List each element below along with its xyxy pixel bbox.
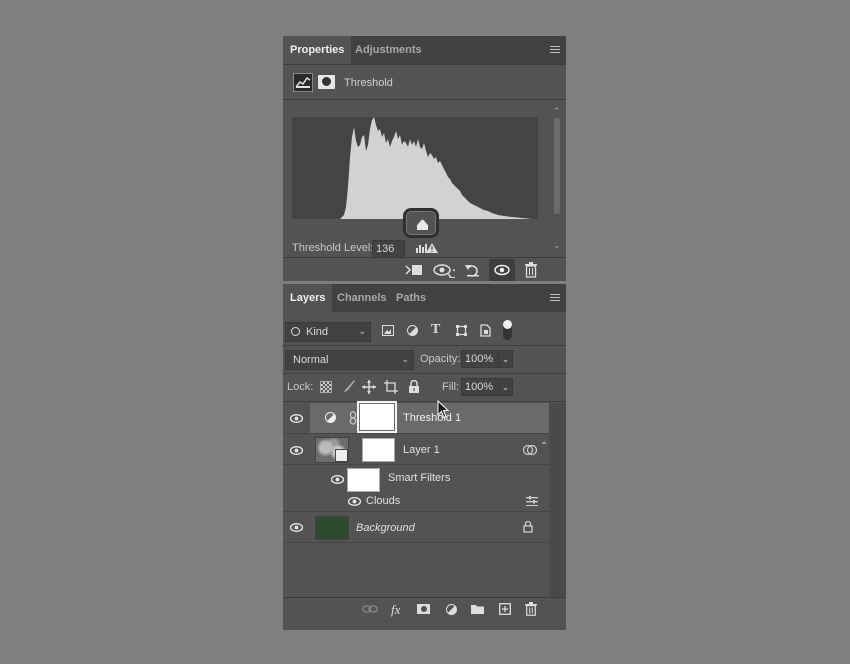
filter-blending-options-icon[interactable] — [526, 496, 538, 506]
divider — [283, 257, 566, 258]
layer-name[interactable]: Layer 1 — [403, 444, 440, 456]
threshold-level-label: Threshold Level: — [292, 242, 374, 254]
layers-tabbar: Layers Channels Paths — [283, 284, 566, 312]
smart-filter-overlap-icon — [523, 444, 537, 456]
threshold-icon — [293, 73, 313, 92]
search-icon — [291, 327, 300, 336]
scroll-down-icon[interactable]: ⌄ — [553, 240, 561, 251]
adjustment-title: Threshold — [344, 77, 393, 89]
layer-name[interactable]: Background — [356, 522, 415, 534]
layer-name[interactable]: Threshold 1 — [403, 412, 461, 424]
filter-kind-select[interactable]: Kind ⌄ — [285, 322, 371, 342]
filter-type-layers-icon[interactable]: T — [431, 322, 440, 338]
fill-input[interactable]: 100% — [461, 378, 500, 396]
lock-image-pixels-icon[interactable] — [342, 379, 356, 393]
fill-dropdown-button[interactable]: ⌄ — [498, 378, 513, 396]
divider — [283, 373, 566, 374]
new-adjustment-layer-icon[interactable] — [446, 604, 457, 615]
blend-mode-label: Normal — [293, 354, 329, 366]
delete-layer-icon[interactable] — [525, 602, 537, 616]
eye-icon — [494, 264, 510, 276]
threshold-slider-handle[interactable] — [403, 208, 439, 238]
lock-icon[interactable] — [523, 521, 533, 533]
layer-row-clouds[interactable] — [283, 491, 549, 512]
trash-icon[interactable] — [524, 262, 538, 278]
layer-mask-thumbnail[interactable] — [357, 401, 397, 433]
filter-pixel-layers-icon[interactable] — [382, 325, 394, 336]
new-layer-icon[interactable] — [499, 603, 511, 615]
panel-menu-icon[interactable] — [550, 46, 560, 54]
lock-position-icon[interactable] — [362, 380, 376, 394]
visibility-toggle-button[interactable] — [489, 259, 515, 281]
blend-mode-select[interactable]: Normal ⌄ — [285, 350, 414, 370]
divider — [283, 597, 566, 598]
threshold-level-input[interactable]: 136 — [372, 240, 405, 258]
lock-artboard-icon[interactable] — [384, 380, 398, 394]
layer-thumbnail — [315, 516, 349, 540]
eye-icon[interactable] — [348, 497, 361, 506]
filter-shape-layers-icon[interactable] — [456, 325, 467, 336]
eye-icon[interactable] — [290, 523, 303, 532]
tab-layers[interactable]: Layers — [283, 284, 333, 312]
layer-mask-thumbnail[interactable] — [362, 438, 395, 462]
panel-menu-icon[interactable] — [550, 294, 560, 302]
lock-label: Lock: — [287, 381, 314, 393]
smart-object-badge-icon — [335, 449, 348, 462]
eye-icon[interactable] — [290, 414, 303, 423]
properties-scrollbar[interactable]: ⌃ ⌄ — [551, 104, 563, 254]
eye-icon[interactable] — [331, 475, 344, 484]
divider — [283, 345, 566, 346]
divider — [283, 99, 566, 100]
layers-scrollbar[interactable] — [549, 403, 566, 597]
smart-filter-mask-thumbnail[interactable] — [347, 468, 380, 492]
reset-icon[interactable] — [464, 262, 482, 278]
tab-channels[interactable]: Channels — [330, 284, 394, 312]
chevron-down-icon: ⌄ — [401, 354, 409, 364]
filter-smart-objects-icon[interactable] — [480, 324, 491, 337]
filter-kind-label: Kind — [306, 326, 329, 338]
opacity-input[interactable]: 100% — [461, 350, 500, 368]
properties-tabbar: Properties Adjustments — [283, 36, 566, 64]
filter-name[interactable]: Clouds — [366, 495, 400, 507]
add-mask-icon[interactable] — [417, 604, 430, 614]
fill-label: Fill: — [442, 381, 460, 393]
chevron-down-icon: ⌄ — [358, 326, 366, 336]
layer-thumbnail — [315, 437, 349, 463]
tab-properties[interactable]: Properties — [283, 36, 352, 64]
opacity-dropdown-button[interactable]: ⌄ — [498, 350, 513, 368]
adjustment-layer-icon — [325, 412, 336, 423]
lock-transparent-pixels-icon[interactable] — [320, 381, 332, 393]
divider — [283, 401, 566, 402]
view-previous-state-icon[interactable] — [433, 262, 458, 279]
filter-adjustment-layers-icon[interactable] — [407, 325, 418, 336]
histogram — [292, 117, 538, 219]
divider — [283, 64, 566, 65]
calculate-histogram-icon[interactable] — [416, 242, 438, 254]
layer-mask-icon[interactable] — [318, 75, 335, 89]
eye-icon[interactable] — [290, 446, 303, 455]
tab-adjustments[interactable]: Adjustments — [348, 36, 429, 64]
smart-filters-label: Smart Filters — [388, 472, 451, 484]
lock-all-icon[interactable] — [408, 379, 420, 394]
link-icon[interactable] — [349, 411, 357, 425]
scroll-up-icon[interactable]: ⌃ — [553, 106, 561, 117]
collapse-chevron-icon[interactable]: ⌃ — [540, 441, 548, 452]
new-group-folder-icon[interactable] — [471, 604, 484, 614]
layer-style-fx-icon[interactable]: fx — [391, 602, 400, 618]
filter-toggle-switch[interactable] — [503, 320, 512, 340]
link-layers-icon[interactable] — [362, 604, 378, 614]
clip-to-layer-icon[interactable] — [404, 263, 424, 277]
mouse-cursor-icon — [437, 400, 449, 419]
tab-paths[interactable]: Paths — [389, 284, 433, 312]
opacity-label: Opacity: — [420, 353, 461, 365]
